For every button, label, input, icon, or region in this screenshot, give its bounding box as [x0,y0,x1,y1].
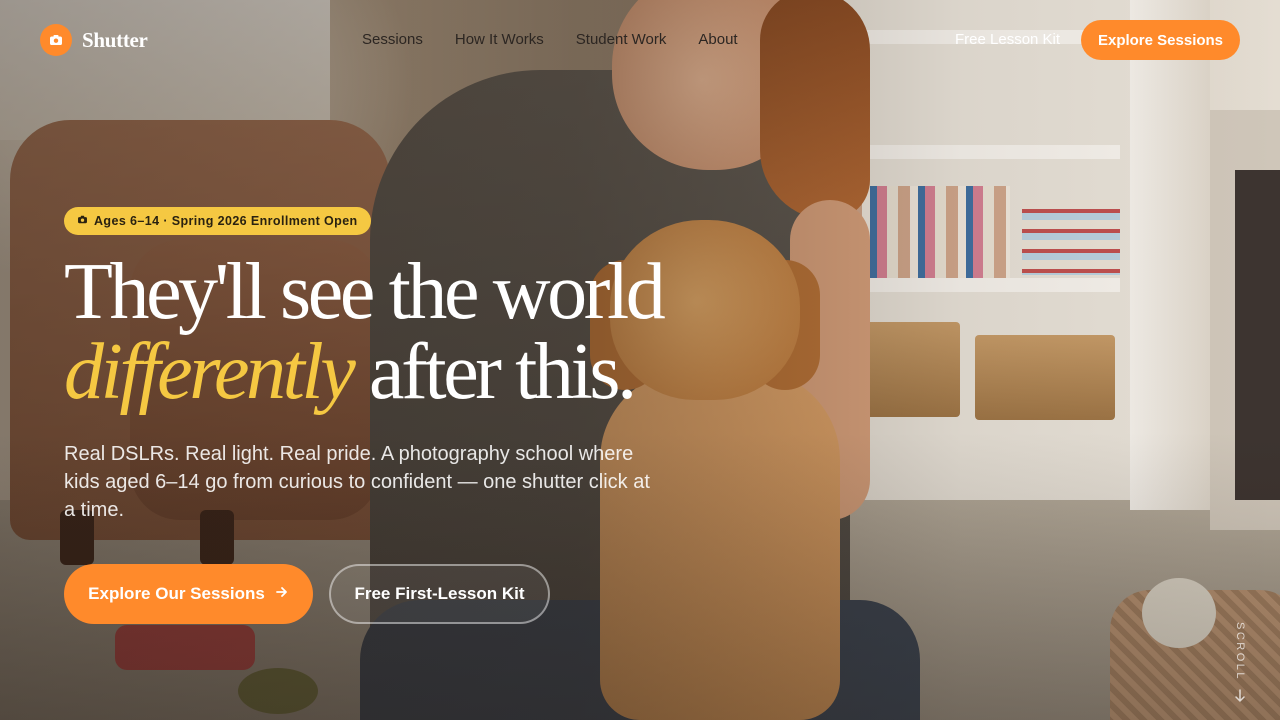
headline-line-1: They'll see the world [64,248,666,336]
arrow-right-icon [275,584,289,604]
hero-headline: They'll see the world differently after … [64,252,666,412]
scroll-indicator[interactable]: SCROLL [1226,622,1254,704]
camera-icon [40,24,72,56]
nav-link-student-work[interactable]: Student Work [576,31,667,48]
explore-our-sessions-label: Explore Our Sessions [88,584,265,603]
scroll-label: SCROLL [1234,622,1246,682]
hero-subheading: Real DSLRs. Real light. Real pride. A ph… [64,443,650,521]
top-navbar: Shutter Sessions How It Works Student Wo… [0,0,1280,80]
enrollment-badge-text: Ages 6–14 · Spring 2026 Enrollment Open [94,214,358,228]
headline-line-2: differently after this. [64,332,662,412]
enrollment-badge: Ages 6–14 · Spring 2026 Enrollment Open [64,207,371,235]
brand-logo-link[interactable]: Shutter [40,24,148,56]
explore-our-sessions-button[interactable]: Explore Our Sessions [64,564,313,624]
nav-link-how-it-works[interactable]: How It Works [455,31,544,48]
nav-free-lesson-kit-link[interactable]: Free Lesson Kit [955,31,1060,48]
headline-accent-word: differently [64,328,356,416]
primary-nav: Sessions How It Works Student Work About [362,31,738,48]
free-first-lesson-kit-button[interactable]: Free First-Lesson Kit [329,564,550,624]
brand-name: Shutter [82,27,148,52]
nav-explore-sessions-button[interactable]: Explore Sessions [1081,20,1240,60]
arrow-down-icon [1234,689,1246,706]
nav-link-sessions[interactable]: Sessions [362,31,423,48]
camera-icon [77,214,88,228]
nav-link-about[interactable]: About [698,31,737,48]
headline-line-2-rest: after this. [352,328,637,416]
